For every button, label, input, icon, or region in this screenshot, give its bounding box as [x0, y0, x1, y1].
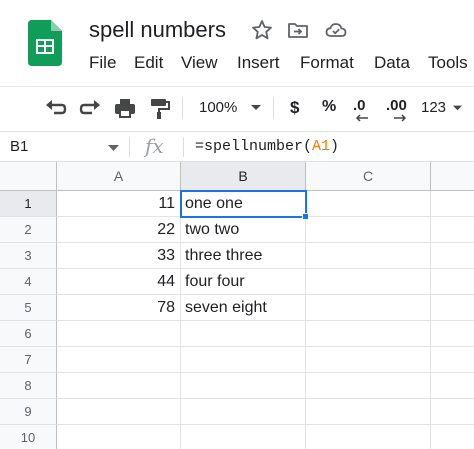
cell-d7[interactable]: [431, 347, 474, 373]
formula-text: =spellnumber(: [195, 138, 313, 155]
row-header-9[interactable]: 9: [0, 399, 57, 425]
menu-format[interactable]: Format: [300, 53, 354, 73]
menu-view[interactable]: View: [181, 53, 218, 73]
formula-input[interactable]: =spellnumber(A1): [195, 138, 339, 155]
star-icon[interactable]: [250, 18, 274, 42]
row-header-5[interactable]: 5: [0, 295, 57, 321]
zoom-select[interactable]: 100%: [199, 99, 237, 116]
format-currency-button[interactable]: $: [290, 98, 299, 118]
cell-b2[interactable]: two two: [181, 217, 306, 243]
select-all-corner[interactable]: [0, 162, 57, 191]
toolbar-divider: [182, 97, 183, 119]
row-header-4[interactable]: 4: [0, 269, 57, 295]
cell-a10[interactable]: [57, 425, 181, 449]
cell-a1[interactable]: 11: [57, 191, 181, 217]
move-to-folder-icon[interactable]: [286, 18, 310, 42]
cell-c6[interactable]: [306, 321, 431, 347]
column-header-a[interactable]: A: [57, 162, 181, 191]
arrow-left-icon: [355, 114, 368, 122]
cell-d6[interactable]: [431, 321, 474, 347]
cell-a5[interactable]: 78: [57, 295, 181, 321]
cell-b9[interactable]: [181, 399, 306, 425]
row-header-7[interactable]: 7: [0, 347, 57, 373]
formula-bar: B1 fx =spellnumber(A1): [0, 131, 474, 162]
cell-d2[interactable]: [431, 217, 474, 243]
row-header-3[interactable]: 3: [0, 243, 57, 269]
cell-a3[interactable]: 33: [57, 243, 181, 269]
arrow-right-icon: [394, 114, 407, 122]
menu-file[interactable]: File: [89, 53, 116, 73]
cell-b4[interactable]: four four: [181, 269, 306, 295]
menu-edit[interactable]: Edit: [134, 53, 163, 73]
cell-c7[interactable]: [306, 347, 431, 373]
increase-decimal-button[interactable]: .00: [386, 97, 407, 114]
app-header: spell numbers File Edit View Insert Form…: [0, 0, 474, 86]
cell-b5[interactable]: seven eight: [181, 295, 306, 321]
fill-handle[interactable]: [302, 213, 309, 220]
cell-d3[interactable]: [431, 243, 474, 269]
more-formats-button[interactable]: 123: [421, 99, 446, 116]
column-header-c[interactable]: C: [306, 162, 431, 191]
cell-c1[interactable]: [306, 191, 431, 217]
formula-divider: [129, 137, 130, 157]
cell-b3[interactable]: three three: [181, 243, 306, 269]
cell-b8[interactable]: [181, 373, 306, 399]
fx-icon: fx: [145, 134, 164, 158]
cell-c9[interactable]: [306, 399, 431, 425]
cloud-saved-icon[interactable]: [324, 18, 348, 42]
formula-text: ): [330, 138, 340, 155]
paint-format-icon[interactable]: [146, 95, 172, 121]
cell-c5[interactable]: [306, 295, 431, 321]
cell-b6[interactable]: [181, 321, 306, 347]
row-header-1[interactable]: 1: [0, 191, 57, 217]
undo-icon[interactable]: [42, 95, 68, 121]
menu-tools[interactable]: Tools: [428, 53, 468, 73]
cell-a7[interactable]: [57, 347, 181, 373]
cell-b10[interactable]: [181, 425, 306, 449]
format-percent-button[interactable]: %: [322, 98, 336, 116]
sheets-logo-icon[interactable]: [28, 20, 62, 66]
zoom-dropdown-icon[interactable]: [250, 101, 262, 113]
row-header-10[interactable]: 10: [0, 425, 57, 449]
cell-d1[interactable]: [431, 191, 474, 217]
cell-d10[interactable]: [431, 425, 474, 449]
cell-a4[interactable]: 44: [57, 269, 181, 295]
cell-d9[interactable]: [431, 399, 474, 425]
toolbar-divider: [273, 97, 274, 119]
cell-a6[interactable]: [57, 321, 181, 347]
cell-c8[interactable]: [306, 373, 431, 399]
cell-b1[interactable]: one one: [181, 191, 306, 217]
cell-c3[interactable]: [306, 243, 431, 269]
sheet-grid: A B C 1 2 3 4 5 6 7 8 9 10 11 22 33 44 7…: [0, 162, 474, 449]
column-header-b[interactable]: B: [181, 162, 306, 191]
row-header-2[interactable]: 2: [0, 217, 57, 243]
document-title[interactable]: spell numbers: [89, 17, 226, 43]
row-header-8[interactable]: 8: [0, 373, 57, 399]
print-icon[interactable]: [112, 95, 138, 121]
formula-cell-reference: A1: [312, 138, 331, 155]
menu-data[interactable]: Data: [374, 53, 410, 73]
cell-c4[interactable]: [306, 269, 431, 295]
row-header-6[interactable]: 6: [0, 321, 57, 347]
cell-a2[interactable]: 22: [57, 217, 181, 243]
menu-insert[interactable]: Insert: [237, 53, 280, 73]
cell-c2[interactable]: [306, 217, 431, 243]
redo-icon[interactable]: [78, 95, 104, 121]
cell-a8[interactable]: [57, 373, 181, 399]
cell-d5[interactable]: [431, 295, 474, 321]
column-header-next[interactable]: [431, 162, 474, 191]
formula-divider: [183, 137, 184, 157]
cell-c10[interactable]: [306, 425, 431, 449]
cell-a9[interactable]: [57, 399, 181, 425]
cell-d8[interactable]: [431, 373, 474, 399]
cell-b7[interactable]: [181, 347, 306, 373]
decrease-decimal-button[interactable]: .0: [353, 97, 366, 114]
more-formats-dropdown-icon[interactable]: [452, 102, 463, 113]
cell-d4[interactable]: [431, 269, 474, 295]
name-box-dropdown-icon[interactable]: [108, 144, 119, 152]
name-box[interactable]: B1: [10, 138, 28, 155]
toolbar: 100% $ % .0 .00 123: [0, 86, 474, 129]
